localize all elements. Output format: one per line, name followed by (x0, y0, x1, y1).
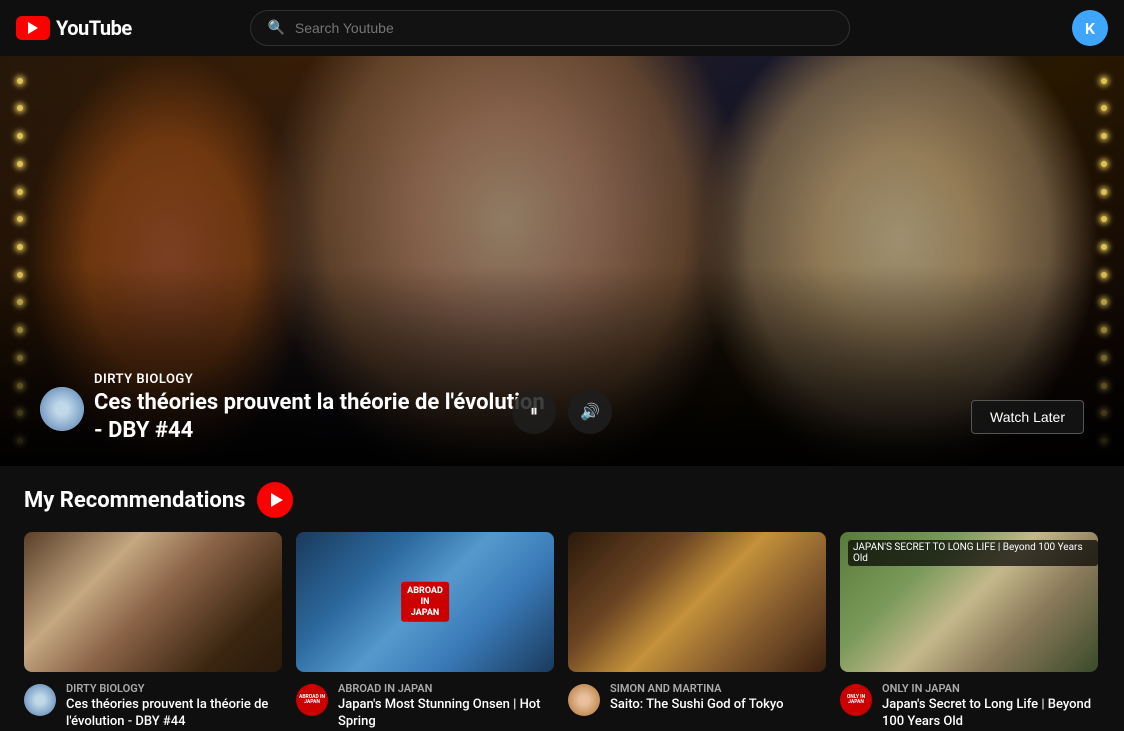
card-text: SIMON AND MARTINA Saito: The Sushi God o… (610, 682, 826, 714)
light-dot (1101, 78, 1107, 84)
light-dot (17, 189, 23, 195)
hero-meta: DIRTY BIOLOGY Ces théories prouvent la t… (94, 372, 554, 446)
card-text: DIRTY BIOLOGY Ces théories prouvent la t… (66, 682, 282, 731)
light-dot (1101, 133, 1107, 139)
card-title: Saito: The Sushi God of Tokyo (610, 697, 826, 714)
card-meta: SIMON AND MARTINA Saito: The Sushi God o… (568, 682, 826, 716)
logo-text: YouTube (56, 16, 132, 40)
light-dot (17, 78, 23, 84)
card-meta: ABROAD IN JAPAN ABROAD IN JAPAN Japan's … (296, 682, 554, 731)
card-title: Japan's Most Stunning Onsen | Hot Spring (338, 697, 554, 731)
volume-icon: 🔊 (580, 402, 600, 422)
card-channel-avatar: ONLY IN JAPAN (840, 684, 872, 716)
hero-channel-avatar-inner (40, 387, 84, 431)
card-channel-avatar (24, 684, 56, 716)
light-dot (17, 133, 23, 139)
hero-channel-name: DIRTY BIOLOGY (94, 372, 554, 387)
only-in-japan-badge: JAPAN'S SECRET TO LONG LIFE | Beyond 100… (848, 540, 1098, 566)
card-channel-name: ABROAD IN JAPAN (338, 682, 554, 695)
video-grid: DIRTY BIOLOGY Ces théories prouvent la t… (24, 532, 1100, 731)
video-thumbnail (568, 532, 826, 672)
light-dot (1101, 189, 1107, 195)
play-all-button[interactable] (257, 482, 293, 518)
light-dot (17, 161, 23, 167)
hero-channel: DIRTY BIOLOGY Ces théories prouvent la t… (40, 372, 554, 446)
card-channel-name: DIRTY BIOLOGY (66, 682, 282, 695)
video-card[interactable]: SIMON AND MARTINA Saito: The Sushi God o… (568, 532, 826, 731)
header: YouTube 🔍 K (0, 0, 1124, 56)
hero-controls: ⏸ 🔊 (512, 390, 612, 434)
light-dot (17, 216, 23, 222)
card-meta: ONLY IN JAPAN ONLY IN JAPAN Japan's Secr… (840, 682, 1098, 731)
light-dot (1101, 161, 1107, 167)
hero-title: Ces théories prouvent la théorie de l'év… (94, 389, 554, 446)
card-title: Ces théories prouvent la théorie de l'év… (66, 697, 282, 731)
light-dot (1101, 244, 1107, 250)
search-container: 🔍 (250, 10, 850, 46)
hero-channel-avatar (40, 387, 84, 431)
card-channel-name: SIMON AND MARTINA (610, 682, 826, 695)
card-channel-avatar (568, 684, 600, 716)
watch-later-button[interactable]: Watch Later (971, 400, 1084, 434)
logo-area[interactable]: YouTube (16, 16, 132, 40)
pause-icon: ⏸ (530, 403, 538, 421)
youtube-logo-icon (16, 16, 50, 40)
hero-info: DIRTY BIOLOGY Ces théories prouvent la t… (40, 372, 554, 446)
search-bar: 🔍 (250, 10, 850, 46)
video-thumbnail: JAPAN'S SECRET TO LONG LIFE | Beyond 100… (840, 532, 1098, 672)
video-card[interactable]: DIRTY BIOLOGY Ces théories prouvent la t… (24, 532, 282, 731)
volume-button[interactable]: 🔊 (568, 390, 612, 434)
light-dot (1101, 105, 1107, 111)
light-dot (17, 244, 23, 250)
card-meta: DIRTY BIOLOGY Ces théories prouvent la t… (24, 682, 282, 731)
search-input[interactable] (295, 20, 834, 36)
abroad-badge: ABROADINJAPAN (401, 582, 449, 622)
recommendations-section: My Recommendations DIRTY BIOLOGY Ces thé… (0, 466, 1124, 731)
section-header: My Recommendations (24, 482, 1100, 518)
header-right: K (1072, 10, 1108, 46)
card-title: Japan's Secret to Long Life | Beyond 100… (882, 697, 1098, 731)
video-card[interactable]: JAPAN'S SECRET TO LONG LIFE | Beyond 100… (840, 532, 1098, 731)
section-title: My Recommendations (24, 488, 245, 513)
search-icon: 🔍 (267, 20, 284, 36)
video-thumbnail (24, 532, 282, 672)
card-text: ABROAD IN JAPAN Japan's Most Stunning On… (338, 682, 554, 731)
card-channel-name: ONLY IN JAPAN (882, 682, 1098, 695)
video-card[interactable]: ABROADINJAPAN ABROAD IN JAPAN ABROAD IN … (296, 532, 554, 731)
light-dot (1101, 216, 1107, 222)
light-dot (17, 105, 23, 111)
video-thumbnail: ABROADINJAPAN (296, 532, 554, 672)
hero-section: DIRTY BIOLOGY Ces théories prouvent la t… (0, 56, 1124, 466)
pause-button[interactable]: ⏸ (512, 390, 556, 434)
avatar[interactable]: K (1072, 10, 1108, 46)
card-text: ONLY IN JAPAN Japan's Secret to Long Lif… (882, 682, 1098, 731)
card-channel-avatar: ABROAD IN JAPAN (296, 684, 328, 716)
